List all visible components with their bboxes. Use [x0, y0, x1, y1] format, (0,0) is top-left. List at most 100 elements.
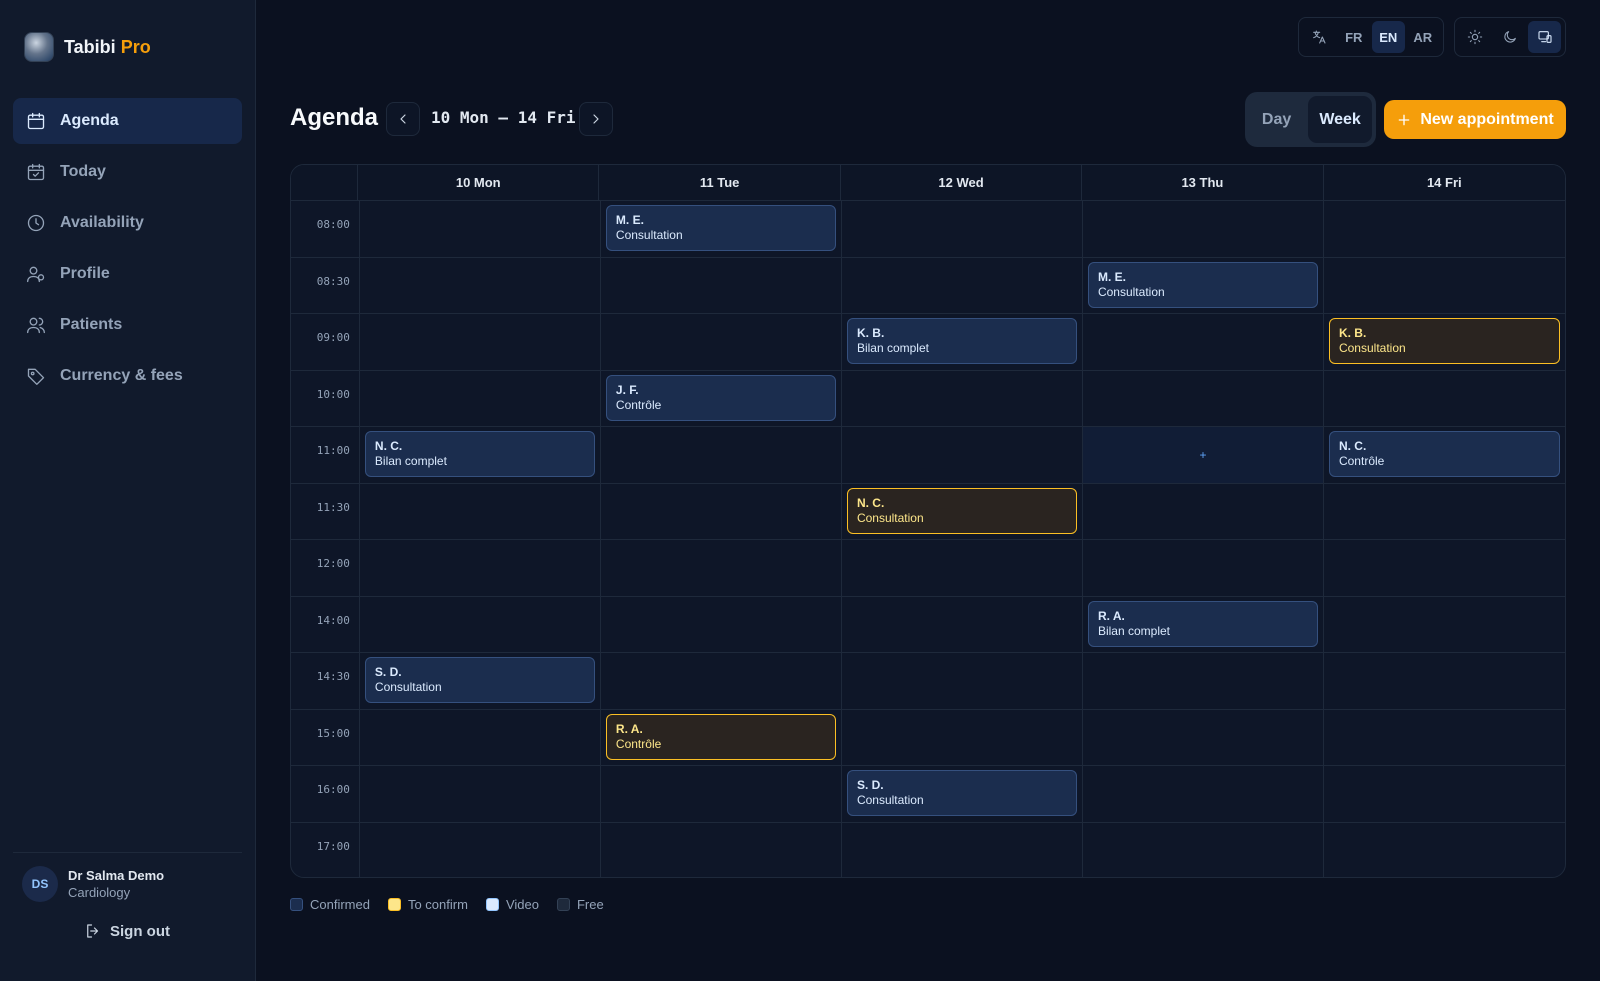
- new-appointment-button[interactable]: New appointment: [1384, 100, 1566, 139]
- legend-label: Free: [576, 897, 604, 912]
- time-slot[interactable]: [601, 427, 842, 483]
- dark-theme-button[interactable]: [1494, 21, 1527, 53]
- time-slot[interactable]: [1324, 597, 1565, 653]
- sign-out-button[interactable]: Sign out: [84, 922, 170, 940]
- time-slot[interactable]: M. E. Consultation: [601, 201, 842, 257]
- time-slot[interactable]: [360, 709, 601, 765]
- time-slot[interactable]: [1324, 766, 1565, 822]
- time-slot[interactable]: [842, 540, 1083, 596]
- time-slot[interactable]: [1324, 653, 1565, 709]
- time-slot[interactable]: [360, 314, 601, 370]
- time-slot[interactable]: [601, 822, 842, 877]
- time-slot[interactable]: [360, 596, 601, 652]
- appointment-type: Contrôle: [615, 736, 662, 751]
- time-slot[interactable]: [842, 596, 1083, 652]
- legend-label: Video: [505, 897, 539, 912]
- brand[interactable]: Tabibi Pro: [24, 32, 151, 62]
- time-slot[interactable]: M. E. Consultation: [1083, 257, 1324, 313]
- lang-en-button[interactable]: EN: [1372, 21, 1405, 53]
- time-slot[interactable]: [1083, 314, 1324, 370]
- lang-fr-button[interactable]: FR: [1338, 21, 1371, 53]
- appointment-card[interactable]: N. C. Contrôle: [1328, 431, 1560, 477]
- time-slot[interactable]: [842, 427, 1083, 483]
- time-slot[interactable]: [842, 370, 1083, 426]
- appointment-card[interactable]: K. B. Bilan complet: [846, 318, 1077, 364]
- time-slot[interactable]: [601, 314, 842, 370]
- time-slot[interactable]: [1083, 766, 1324, 822]
- time-slot[interactable]: [1324, 201, 1565, 257]
- time-slot[interactable]: [1324, 371, 1565, 427]
- time-slot[interactable]: K. B. Bilan complet: [842, 314, 1083, 370]
- sidebar-item-availability[interactable]: Availability: [13, 200, 242, 246]
- appointment-card[interactable]: N. C. Consultation: [846, 487, 1077, 534]
- day-view-button[interactable]: Day: [1249, 96, 1304, 143]
- user-card[interactable]: DS Dr Salma Demo Cardiology: [22, 866, 164, 902]
- time-slot[interactable]: N. C. Contrôle: [1324, 427, 1565, 483]
- time-slot[interactable]: K. B. Consultation: [1324, 314, 1565, 370]
- sidebar-item-patients[interactable]: Patients: [13, 302, 242, 348]
- system-theme-button[interactable]: [1528, 21, 1562, 53]
- appointment-card[interactable]: R. A. Contrôle: [605, 713, 836, 760]
- appointment-card[interactable]: N. C. Bilan complet: [364, 431, 595, 477]
- time-slot[interactable]: N. C. Bilan complet: [360, 427, 601, 483]
- time-slot[interactable]: [601, 766, 842, 822]
- sidebar-item-today[interactable]: Today: [13, 149, 242, 195]
- appointment-card[interactable]: J. F. Contrôle: [605, 374, 836, 421]
- translate-icon: [1303, 21, 1336, 53]
- time-slot[interactable]: [1083, 201, 1324, 257]
- previous-week-button[interactable]: [386, 102, 420, 136]
- time-slot[interactable]: [601, 596, 842, 652]
- time-slot[interactable]: [1083, 822, 1324, 877]
- time-slot[interactable]: [842, 822, 1083, 877]
- appointment-card[interactable]: S. D. Consultation: [846, 770, 1077, 816]
- time-slot[interactable]: [842, 257, 1083, 313]
- time-slot[interactable]: [360, 540, 601, 596]
- time-slot[interactable]: [360, 370, 601, 426]
- time-slot[interactable]: [360, 483, 601, 539]
- time-slot[interactable]: [1083, 483, 1324, 539]
- time-slot[interactable]: J. F. Contrôle: [601, 370, 842, 426]
- time-slot[interactable]: [360, 201, 601, 257]
- time-slot[interactable]: [1083, 653, 1324, 709]
- time-slot[interactable]: [1324, 823, 1565, 878]
- calendar-body: 08:00 M. E. Consultation 08:30 M. E. Consulta…: [291, 201, 1565, 878]
- time-slot[interactable]: [1083, 540, 1324, 596]
- time-slot[interactable]: [1324, 710, 1565, 766]
- time-slot[interactable]: S. D. Consultation: [360, 653, 601, 709]
- time-slot[interactable]: [601, 540, 842, 596]
- time-slot[interactable]: R. A. Bilan complet: [1083, 596, 1324, 652]
- time-slot[interactable]: N. C. Consultation: [842, 483, 1083, 539]
- day-header: 10 Mon: [358, 165, 600, 200]
- time-slot[interactable]: [842, 653, 1083, 709]
- time-slot[interactable]: [1324, 540, 1565, 596]
- sidebar-item-currency-fees[interactable]: Currency & fees: [13, 353, 242, 399]
- time-slot[interactable]: [360, 766, 601, 822]
- light-theme-button[interactable]: [1459, 21, 1492, 53]
- time-slot[interactable]: S. D. Consultation: [842, 766, 1083, 822]
- time-slot[interactable]: [1324, 258, 1565, 314]
- week-view-button[interactable]: Week: [1308, 96, 1372, 143]
- time-slot[interactable]: [842, 201, 1083, 257]
- time-slot[interactable]: [601, 653, 842, 709]
- appointment-card[interactable]: S. D. Consultation: [364, 657, 595, 703]
- time-slot[interactable]: [360, 257, 601, 313]
- appointment-patient: M. E.: [615, 213, 644, 227]
- time-slot[interactable]: R. A. Contrôle: [601, 709, 842, 765]
- time-slot[interactable]: [1083, 709, 1324, 765]
- time-slot[interactable]: [601, 257, 842, 313]
- next-week-button[interactable]: [579, 102, 613, 136]
- time-slot[interactable]: [842, 709, 1083, 765]
- sidebar-item-agenda[interactable]: Agenda: [13, 98, 242, 144]
- appointment-card[interactable]: M. E. Consultation: [605, 205, 836, 251]
- appointment-card[interactable]: R. A. Bilan complet: [1087, 600, 1318, 647]
- time-slot[interactable]: [1324, 484, 1565, 540]
- lang-ar-button[interactable]: AR: [1407, 21, 1440, 53]
- appointment-card[interactable]: M. E. Consultation: [1087, 261, 1318, 308]
- time-slot[interactable]: [1083, 370, 1324, 426]
- sidebar-item-profile[interactable]: Profile: [13, 251, 242, 297]
- time-slot[interactable]: [360, 822, 601, 877]
- appointment-card[interactable]: K. B. Consultation: [1328, 318, 1560, 364]
- free-slot[interactable]: +: [1082, 427, 1324, 483]
- appointment-type: Consultation: [856, 793, 924, 807]
- time-slot[interactable]: [601, 483, 842, 539]
